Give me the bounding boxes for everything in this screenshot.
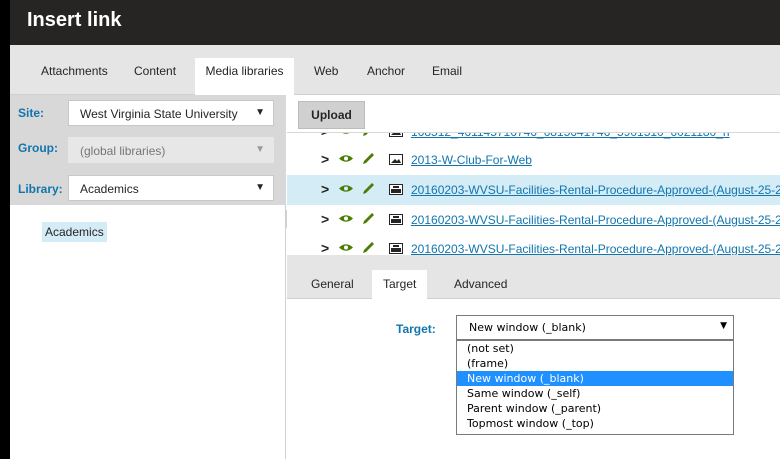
tab-email[interactable]: Email xyxy=(432,60,462,95)
tab-target[interactable]: Target xyxy=(372,270,428,299)
insert-link-dialog: Insert link Attachments Content Media li… xyxy=(10,0,780,459)
chevron-right-icon[interactable]: > xyxy=(321,133,329,139)
tree-item-academics[interactable]: Academics xyxy=(42,222,107,242)
upload-button[interactable]: Upload xyxy=(298,101,365,129)
chevron-right-icon[interactable]: > xyxy=(321,240,329,255)
link-properties: General Target Advanced Target: New wind… xyxy=(287,255,780,459)
target-dropdown-list: (not set) (frame) New window (_blank) Sa… xyxy=(456,340,734,435)
chevron-down-icon: ▼ xyxy=(255,182,265,193)
chevron-down-icon: ▼ xyxy=(720,321,727,331)
chevron-right-icon[interactable]: > xyxy=(321,181,329,197)
target-option[interactable]: Same window (_self) xyxy=(457,386,733,401)
upload-toolbar: Upload xyxy=(287,95,780,132)
eye-icon[interactable] xyxy=(339,154,353,163)
library-label: Library: xyxy=(18,182,63,196)
target-option[interactable]: Parent window (_parent) xyxy=(457,401,733,416)
tab-general[interactable]: General xyxy=(311,277,354,291)
group-select-value: (global libraries) xyxy=(80,144,166,158)
site-select-value: West Virginia State University xyxy=(80,107,238,121)
file-link[interactable]: 2013-W-Club-For-Web xyxy=(411,153,532,167)
eye-icon[interactable] xyxy=(339,214,353,223)
file-row-selected[interactable]: > 20160203-WVSU-Facilities-Rental-Proced… xyxy=(287,175,780,205)
file-row[interactable]: > 20160203-WVSU-Facilities-Rental-Proced… xyxy=(287,234,780,255)
chevron-down-icon: ▼ xyxy=(255,144,265,155)
target-option-highlighted[interactable]: New window (_blank) xyxy=(457,371,733,386)
target-option[interactable]: Topmost window (_top) xyxy=(457,416,733,431)
pdf-file-icon xyxy=(389,243,403,254)
pencil-icon[interactable] xyxy=(362,212,375,225)
library-select-value: Academics xyxy=(80,182,139,196)
tab-anchor[interactable]: Anchor xyxy=(367,60,405,95)
site-label: Site: xyxy=(18,106,45,120)
eye-icon[interactable] xyxy=(339,184,353,193)
file-list: > 168512_461145716746_6815641746_5901510… xyxy=(287,132,780,255)
file-link[interactable]: 20160203-WVSU-Facilities-Rental-Procedur… xyxy=(411,242,780,255)
library-panel: Site: West Virginia State University ▼ G… xyxy=(10,95,286,459)
pencil-icon[interactable] xyxy=(362,241,375,254)
files-panel: Upload > 168512_461145716746_6815641746_… xyxy=(287,95,780,459)
target-select[interactable]: New window (_blank) ▼ xyxy=(456,315,734,340)
library-selectors: Site: West Virginia State University ▼ G… xyxy=(10,95,286,205)
file-link[interactable]: 20160203-WVSU-Facilities-Rental-Procedur… xyxy=(411,213,780,227)
tab-media-libraries[interactable]: Media libraries xyxy=(195,58,294,95)
library-select[interactable]: Academics ▼ xyxy=(68,175,274,201)
file-row[interactable]: > 2013-W-Club-For-Web xyxy=(287,145,780,175)
tab-web[interactable]: Web xyxy=(314,60,338,95)
pencil-icon[interactable] xyxy=(362,152,375,165)
tab-content[interactable]: Content xyxy=(134,60,176,95)
pencil-icon[interactable] xyxy=(362,132,375,137)
properties-tabs: General Target Advanced xyxy=(287,255,780,299)
file-link[interactable]: 20160203-WVSU-Facilities-Rental-Procedur… xyxy=(411,183,780,197)
target-option[interactable]: (frame) xyxy=(457,356,733,371)
tab-advanced[interactable]: Advanced xyxy=(454,277,507,291)
site-select[interactable]: West Virginia State University ▼ xyxy=(68,100,274,126)
file-link[interactable]: 168512_461145716746_6815641746_5901510_6… xyxy=(411,133,730,139)
eye-icon[interactable] xyxy=(339,132,353,135)
image-file-icon xyxy=(389,154,403,165)
link-type-tabs: Attachments Content Media libraries Web … xyxy=(10,45,780,95)
chevron-right-icon[interactable]: > xyxy=(321,151,329,167)
dialog-title: Insert link xyxy=(27,9,122,31)
dialog-header: Insert link xyxy=(10,0,780,45)
tab-attachments[interactable]: Attachments xyxy=(29,60,120,95)
image-file-icon xyxy=(389,133,403,137)
group-label: Group: xyxy=(18,141,58,155)
file-row[interactable]: > 20160203-WVSU-Facilities-Rental-Proced… xyxy=(287,205,780,235)
target-select-value: New window (_blank) xyxy=(469,321,586,334)
chevron-right-icon[interactable]: > xyxy=(321,211,329,227)
group-select: (global libraries) ▼ xyxy=(68,137,274,163)
pdf-file-icon xyxy=(389,214,403,225)
target-option[interactable]: (not set) xyxy=(457,341,733,356)
pdf-file-icon xyxy=(389,184,403,195)
eye-icon[interactable] xyxy=(339,243,353,252)
chevron-down-icon: ▼ xyxy=(255,107,265,118)
pencil-icon[interactable] xyxy=(362,182,375,195)
target-label: Target: xyxy=(396,322,436,336)
